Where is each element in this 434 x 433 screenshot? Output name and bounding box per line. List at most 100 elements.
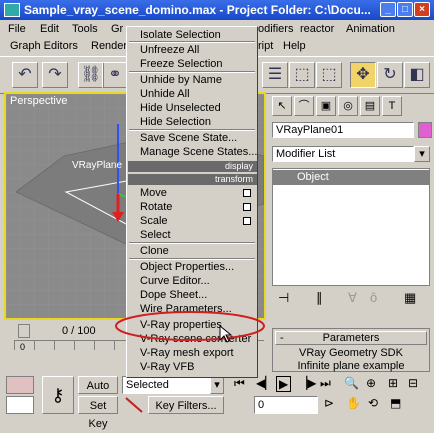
auto-key-button[interactable]: Auto Key bbox=[78, 376, 118, 410]
menu-item-hide-unselected[interactable]: Hide Unselected bbox=[140, 102, 221, 114]
zoom-all-icon[interactable]: ⊕ bbox=[366, 376, 376, 390]
tab-utilities[interactable]: T bbox=[382, 96, 402, 116]
zoom-extents-all-icon[interactable]: ⊟ bbox=[408, 376, 418, 390]
redo-button[interactable]: ↷ bbox=[42, 62, 68, 88]
menu-modifiers[interactable]: odifiers bbox=[258, 23, 293, 35]
previous-frame-icon[interactable]: ◀▏ bbox=[256, 376, 274, 390]
configure-sets-icon[interactable]: ▦ bbox=[404, 290, 416, 306]
current-frame-field[interactable]: 0 bbox=[254, 396, 318, 414]
menu-item-unhide-all[interactable]: Unhide All bbox=[140, 88, 190, 100]
stack-item-object[interactable]: Object bbox=[273, 170, 429, 185]
select-link-button[interactable]: ⛓ bbox=[78, 62, 104, 88]
menu-item-unfreeze-all[interactable]: Unfreeze All bbox=[140, 44, 199, 56]
menu-separator bbox=[129, 71, 255, 73]
menu-item-rotate[interactable]: Rotate bbox=[140, 201, 172, 213]
unlink-button[interactable]: ⚭ bbox=[102, 62, 128, 88]
zoom-extents-icon[interactable]: ⊞ bbox=[388, 376, 398, 390]
menu-separator bbox=[129, 258, 255, 260]
field-of-view-icon[interactable]: ⊳ bbox=[324, 396, 334, 410]
highlight-ellipse bbox=[115, 311, 265, 341]
maximize-button[interactable]: □ bbox=[397, 2, 413, 17]
go-to-end-icon[interactable]: ⏭ bbox=[320, 376, 331, 391]
hammer-icon: T bbox=[388, 100, 396, 112]
script-listener-pink[interactable] bbox=[6, 376, 34, 394]
menu-edit[interactable]: Edit bbox=[40, 23, 59, 35]
menu-item-manage-scene-states[interactable]: Manage Scene States... bbox=[140, 146, 257, 158]
menu-help[interactable]: Help bbox=[283, 40, 306, 52]
playback-controls: ⏮ ◀▏ ▶ ▕▶ ⏭ 🔍 ⊕ ⊞ ⊟ bbox=[232, 376, 432, 394]
menu-item-hide-selection[interactable]: Hide Selection bbox=[140, 116, 211, 128]
play-icon[interactable]: ▶ bbox=[276, 376, 292, 392]
menu-item-unhide-by-name[interactable]: Unhide by Name bbox=[140, 74, 222, 86]
chevron-down-icon: ▾ bbox=[419, 148, 425, 160]
menu-file[interactable]: File bbox=[8, 23, 26, 35]
rotate-tool-button[interactable]: ↻ bbox=[377, 62, 403, 88]
parameters-rollout-header[interactable]: - Parameters bbox=[275, 331, 427, 345]
select-by-name-button[interactable]: ☰ bbox=[262, 62, 288, 88]
menu-item-freeze-selection[interactable]: Freeze Selection bbox=[140, 58, 223, 70]
hierarchy-icon: ▣ bbox=[320, 100, 332, 112]
object-color-swatch[interactable] bbox=[418, 122, 432, 138]
scale-tool-button[interactable]: ◧ bbox=[404, 62, 430, 88]
modifier-list-arrow[interactable]: ▾ bbox=[414, 146, 430, 162]
tab-display[interactable]: ▤ bbox=[360, 96, 380, 116]
object-name-field[interactable]: VRayPlane01 bbox=[272, 122, 414, 138]
window-crossing-button[interactable]: ⬚ bbox=[316, 62, 342, 88]
region-select-button[interactable]: ⬚ bbox=[289, 62, 315, 88]
pin-stack-icon[interactable]: ⊣ bbox=[278, 290, 289, 306]
menu-reactor[interactable]: reactor bbox=[300, 23, 334, 35]
script-listener-white[interactable] bbox=[6, 396, 34, 414]
key-tangent-button[interactable] bbox=[124, 396, 144, 414]
menu-item-move[interactable]: Move bbox=[140, 187, 167, 199]
tab-create[interactable]: ↖ bbox=[272, 96, 292, 116]
next-frame-icon[interactable]: ▕▶ bbox=[298, 376, 316, 390]
close-button[interactable]: × bbox=[414, 2, 430, 17]
menu-item-clone[interactable]: Clone bbox=[140, 245, 169, 257]
key-filters-button[interactable]: Key Filters... bbox=[148, 396, 224, 414]
menu-rendering[interactable]: Render bbox=[91, 40, 127, 52]
menu-item-vray-vfb[interactable]: V-Ray VFB bbox=[140, 361, 194, 373]
rotate-settings-box[interactable] bbox=[243, 203, 251, 211]
move-settings-box[interactable] bbox=[243, 189, 251, 197]
move-tool-button[interactable]: ✥ bbox=[350, 62, 376, 88]
menu-item-vray-mesh-export[interactable]: V-Ray mesh export bbox=[140, 347, 234, 359]
menu-item-dope-sheet[interactable]: Dope Sheet... bbox=[140, 289, 207, 301]
menu-item-object-properties[interactable]: Object Properties... bbox=[140, 261, 234, 273]
undo-button[interactable]: ↶ bbox=[12, 62, 38, 88]
menu-maxscript[interactable]: ript bbox=[258, 40, 273, 52]
modifier-list-dropdown[interactable]: Modifier List bbox=[272, 146, 414, 162]
menu-item-curve-editor[interactable]: Curve Editor... bbox=[140, 275, 210, 287]
go-to-start-icon[interactable]: ⏮ bbox=[234, 376, 245, 391]
make-unique-icon[interactable]: ∀ bbox=[348, 290, 357, 306]
menu-graph-editors[interactable]: Graph Editors bbox=[10, 40, 78, 52]
maximize-viewport-icon[interactable]: ⬒ bbox=[390, 396, 401, 410]
redo-icon: ↷ bbox=[48, 66, 62, 83]
tab-hierarchy[interactable]: ▣ bbox=[316, 96, 336, 116]
viewport-label[interactable]: Perspective bbox=[10, 95, 67, 107]
menu-item-scale[interactable]: Scale bbox=[140, 215, 168, 227]
menu-item-select[interactable]: Select bbox=[140, 229, 171, 241]
arc-rotate-icon[interactable]: ⟲ bbox=[368, 396, 378, 410]
selection-set-arrow[interactable]: ▾ bbox=[210, 376, 224, 394]
menu-animation[interactable]: Animation bbox=[346, 23, 395, 35]
menu-item-isolate-selection[interactable]: Isolate Selection bbox=[140, 29, 221, 41]
selection-set-dropdown[interactable]: Selected bbox=[122, 376, 212, 394]
menu-item-save-scene-state[interactable]: Save Scene State... bbox=[140, 132, 237, 144]
menu-group[interactable]: Gr bbox=[111, 23, 123, 35]
chevron-down-icon: ▾ bbox=[214, 379, 220, 391]
time-slider-thumb[interactable] bbox=[18, 324, 30, 338]
show-end-result-icon[interactable]: ∥ bbox=[316, 290, 323, 306]
menu-separator bbox=[129, 41, 255, 43]
pan-hand-icon[interactable]: ✋ bbox=[346, 396, 361, 410]
set-key-mode-button[interactable]: ⚷ bbox=[42, 376, 74, 414]
tab-modify[interactable]: ⌒ bbox=[294, 96, 314, 116]
scale-icon: ◧ bbox=[409, 66, 425, 83]
minimize-button[interactable]: _ bbox=[380, 2, 396, 17]
menu-tools[interactable]: Tools bbox=[72, 23, 98, 35]
set-key-button[interactable]: Set Key bbox=[78, 396, 118, 430]
scale-settings-box[interactable] bbox=[243, 217, 251, 225]
region-icon: ⬚ bbox=[294, 66, 310, 83]
zoom-icon[interactable]: 🔍 bbox=[344, 376, 359, 390]
tab-motion[interactable]: ◎ bbox=[338, 96, 358, 116]
remove-modifier-icon[interactable]: ô bbox=[370, 290, 377, 305]
